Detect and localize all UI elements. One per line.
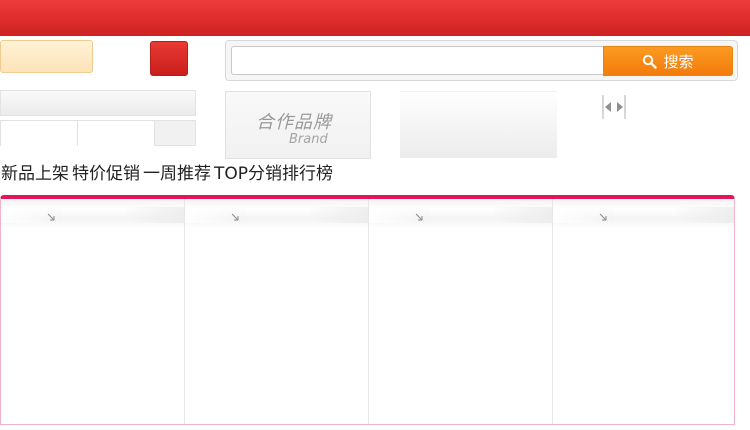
tab-strip (0, 120, 196, 146)
product-panel (0, 195, 735, 425)
nav-link-new[interactable]: 新品上架 (1, 159, 69, 184)
product-nav: 新品上架 特价促销 一周推荐 TOP分销排行榜 (1, 159, 333, 184)
corner-arrow-icon (47, 213, 55, 221)
corner-arrow-icon (415, 213, 423, 221)
partner-brand-block[interactable]: 合作品牌 Brand (225, 91, 371, 159)
search-icon (643, 54, 658, 69)
nav-link-sale[interactable]: 特价促销 (72, 159, 140, 184)
header-left-button[interactable] (0, 40, 93, 73)
column-header (553, 199, 734, 229)
product-column (553, 199, 734, 424)
search-button[interactable]: 搜索 (603, 46, 733, 76)
arrow-left-icon[interactable] (601, 94, 613, 120)
product-column (369, 199, 553, 424)
column-header (185, 199, 368, 229)
product-column (1, 199, 185, 424)
product-column (185, 199, 369, 424)
tab-2[interactable] (77, 120, 155, 146)
top-header-bar (0, 0, 750, 36)
search-input[interactable] (231, 46, 603, 75)
column-header (369, 199, 552, 229)
nav-link-top[interactable]: TOP分销排行榜 (214, 159, 333, 184)
search-bar: 搜索 (225, 40, 738, 81)
carousel-controls (601, 92, 627, 122)
corner-arrow-icon (231, 213, 239, 221)
tab-1[interactable] (0, 120, 78, 146)
brand-title-cn: 合作品牌 (256, 112, 332, 133)
column-header (1, 199, 184, 229)
brand-title-en: Brand (289, 132, 328, 147)
corner-arrow-icon (599, 213, 607, 221)
nav-link-weekly[interactable]: 一周推荐 (143, 159, 211, 184)
brand-banner[interactable] (400, 91, 557, 158)
header-red-button[interactable] (150, 41, 188, 76)
category-bar (0, 90, 196, 116)
tab-3[interactable] (154, 120, 196, 146)
search-button-label: 搜索 (663, 52, 694, 71)
arrow-right-icon[interactable] (615, 94, 627, 120)
